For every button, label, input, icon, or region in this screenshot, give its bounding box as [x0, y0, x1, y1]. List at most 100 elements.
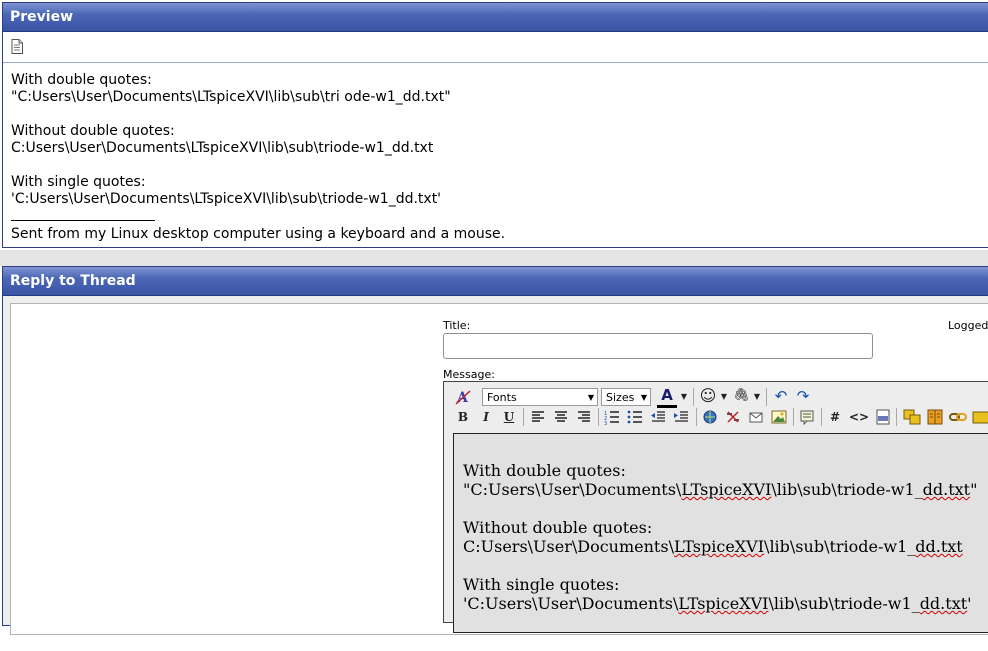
preview-line: Without double quotes: [11, 123, 175, 139]
email-link-icon[interactable] [747, 408, 765, 426]
toolbar-separator [793, 408, 794, 426]
sizes-select-label: Sizes [606, 391, 635, 404]
preview-line: C:Users\User\Documents\LTspiceXVI\lib\su… [11, 140, 434, 156]
misspelled-word: LTspiceXVI [673, 537, 765, 556]
misspelled-word: LTspiceXVI [681, 480, 772, 499]
editor-blank [463, 556, 988, 575]
preview-body: With double quotes: "C:Users\User\Docume… [3, 63, 988, 243]
preview-panel: Preview With double quotes: "C:Users\Use… [2, 2, 988, 248]
editor-line: 'C:Users\User\Documents\LTspiceXVI\lib\s… [463, 594, 988, 613]
toolbar-separator [696, 408, 697, 426]
toolbar-separator [523, 408, 524, 426]
misspelled-word: LTspiceXVI [678, 594, 769, 613]
insert-link-icon[interactable] [701, 408, 719, 426]
preview-blank [11, 157, 988, 174]
chevron-down-icon[interactable]: ▼ [719, 388, 729, 406]
chevron-down-icon[interactable]: ▼ [679, 388, 689, 406]
editor-line: With single quotes: [463, 575, 620, 594]
code-button[interactable]: <> [849, 408, 869, 426]
undo-icon: ↶ [774, 387, 788, 405]
smiley-icon: ☺ [699, 386, 717, 405]
outdent-icon[interactable] [649, 408, 667, 426]
reply-form: Title: Logged Message: A Fonts ▼ Sizes ▼ [10, 303, 988, 635]
editor-blank [463, 499, 988, 518]
toolbar-separator [766, 388, 767, 406]
editor-text: \lib\sub\triode-w1_ [771, 480, 923, 499]
folder-icon[interactable] [971, 408, 988, 426]
preview-line: "C:Users\User\Documents\LTspiceXVI\lib\s… [11, 89, 451, 105]
preview-line: 'C:Users\User\Documents\LTspiceXVI\lib\s… [11, 191, 442, 207]
bold-button[interactable]: B [454, 408, 472, 426]
chevron-down-icon[interactable]: ▼ [752, 388, 762, 406]
multi-quote-icon[interactable] [902, 408, 922, 426]
title-input[interactable] [443, 333, 873, 359]
code-icon: <> [849, 410, 870, 424]
editor-text: \lib\sub\triode-w1_ [764, 537, 916, 556]
message-label: Message: [443, 368, 495, 381]
redo-button[interactable]: ↷ [794, 387, 812, 405]
bold-label: B [457, 410, 469, 424]
editor-text: " [970, 480, 978, 499]
message-editor: A Fonts ▼ Sizes ▼ A ▼ ☺ [443, 381, 988, 633]
insert-image-icon[interactable] [770, 408, 788, 426]
ordered-list-icon[interactable]: 123 [603, 408, 621, 426]
reply-panel: Reply to Thread Title: Logged Message: A… [2, 266, 988, 635]
italic-label: I [483, 410, 489, 424]
underline-button[interactable]: U [500, 408, 518, 426]
unordered-list-icon[interactable] [626, 408, 644, 426]
toolbar-separator [598, 408, 599, 426]
spellcheck-book-icon[interactable] [925, 408, 945, 426]
toolbar-separator [693, 388, 694, 406]
hash-button[interactable]: # [827, 408, 843, 426]
quote-icon[interactable] [798, 408, 816, 426]
document-icon [11, 39, 23, 54]
message-textarea[interactable]: With double quotes: "C:Users\User\Documen… [453, 433, 988, 633]
logged-label: Logged [948, 319, 988, 332]
sizes-select[interactable]: Sizes ▼ [601, 388, 651, 406]
editor-line: With double quotes: [463, 461, 626, 480]
italic-button[interactable]: I [477, 408, 495, 426]
editor-text: ' [967, 594, 972, 613]
chevron-down-icon: ▼ [587, 393, 594, 402]
redo-icon: ↷ [796, 387, 810, 405]
php-icon[interactable] [874, 408, 892, 426]
font-color-icon: A [661, 386, 673, 404]
align-right-icon[interactable] [575, 408, 593, 426]
chain-link-icon[interactable] [948, 408, 968, 426]
underline-label: U [503, 410, 515, 424]
svg-text:3: 3 [604, 421, 607, 426]
toolbar-separator [896, 408, 897, 426]
remove-link-icon[interactable] [724, 408, 742, 426]
remove-format-icon[interactable]: A [454, 388, 472, 406]
align-center-icon[interactable] [552, 408, 570, 426]
editor-text: 'C:Users\User\Documents\ [463, 594, 679, 613]
undo-button[interactable]: ↶ [772, 387, 790, 405]
preview-line: With single quotes: [11, 174, 146, 190]
fonts-select[interactable]: Fonts ▼ [482, 388, 598, 406]
chevron-down-icon: ▼ [640, 393, 647, 402]
align-left-icon[interactable] [529, 408, 547, 426]
misspelled-word: dd.txt [915, 537, 963, 556]
preview-blank [11, 106, 988, 123]
panel-gap [0, 250, 988, 266]
editor-line: Without double quotes: [463, 518, 653, 537]
misspelled-word: dd.txt [919, 594, 968, 613]
preview-iconbar [3, 32, 988, 63]
misspelled-word: dd.txt [922, 480, 971, 499]
editor-text: \lib\sub\triode-w1_ [768, 594, 920, 613]
font-color-button[interactable]: A [656, 386, 678, 404]
signature-divider [11, 208, 155, 221]
title-label: Title: [443, 319, 471, 332]
editor-line: C:Users\User\Documents\LTspiceXVI\lib\su… [463, 537, 988, 556]
editor-line: "C:Users\User\Documents\LTspiceXVI\lib\s… [463, 480, 988, 499]
signature-text: Sent from my Linux desktop computer usin… [11, 226, 506, 242]
editor-text: "C:Users\User\Documents\ [463, 480, 682, 499]
indent-icon[interactable] [672, 408, 690, 426]
editor-text: C:Users\User\Documents\ [463, 537, 674, 556]
fonts-select-label: Fonts [487, 391, 517, 404]
smilies-button[interactable]: ☺ [698, 387, 718, 405]
attach-button[interactable]: 🖇 [733, 387, 750, 405]
hash-icon: # [829, 410, 841, 424]
toolbar-separator [821, 408, 822, 426]
preview-header: Preview [3, 3, 988, 32]
